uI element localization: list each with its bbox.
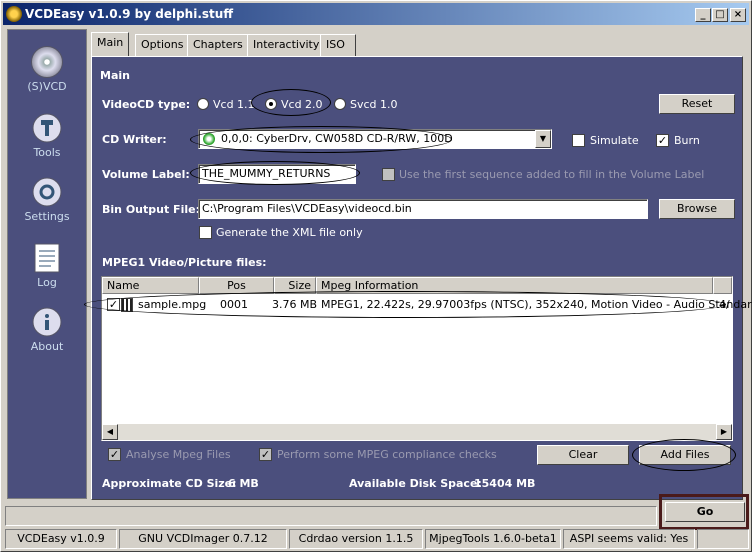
- status-vcdimager: GNU VCDImager 0.7.12: [119, 529, 287, 549]
- radio-svcd10-label: Svcd 1.0: [350, 98, 398, 111]
- approx-size-label: Approximate CD Size:: [102, 477, 237, 490]
- bin-output-input[interactable]: C:\Program Files\VCDEasy\videocd.bin: [198, 199, 648, 219]
- app-icon: [6, 6, 22, 22]
- section-title: Main: [100, 69, 130, 82]
- table-row[interactable]: ✓ sample.mpg 0001 3.76 MB MPEG1, 22.422s…: [102, 296, 752, 314]
- maximize-button[interactable]: □: [712, 8, 728, 22]
- mpeg-file-list[interactable]: Name Pos Size Mpeg Information ✓ sample.…: [101, 276, 752, 441]
- column-header-name[interactable]: Name: [102, 277, 199, 294]
- sidebar-item-label: About: [30, 340, 64, 353]
- simulate-checkbox[interactable]: [572, 134, 585, 147]
- log-icon: [31, 242, 63, 274]
- main-window: VCDEasy v1.0.9 by delphi.stuff _ □ × (S)…: [0, 0, 752, 552]
- minimize-button[interactable]: _: [695, 8, 711, 22]
- status-aspi: ASPI seems valid: Yes: [563, 529, 695, 549]
- sidebar-item-log[interactable]: Log: [8, 242, 86, 289]
- radio-vcd11[interactable]: [197, 98, 209, 110]
- radio-vcd20-label: Vcd 2.0: [281, 98, 323, 111]
- sidebar: (S)VCD Tools Settings Log About: [7, 29, 87, 499]
- tools-icon: [31, 112, 63, 144]
- cd-icon: [31, 46, 63, 78]
- settings-icon: [31, 176, 63, 208]
- tab-chapters[interactable]: Chapters: [187, 34, 249, 56]
- close-button[interactable]: ×: [730, 8, 746, 22]
- sidebar-item-label: Settings: [24, 210, 70, 223]
- videocd-type-label: VideoCD type:: [102, 98, 191, 111]
- volume-label-input[interactable]: THE_MUMMY_RETURNS: [198, 164, 356, 184]
- drive-icon: [203, 133, 215, 145]
- sidebar-item-settings[interactable]: Settings: [8, 176, 86, 223]
- use-first-sequence-label: Use the first sequence added to fill in …: [399, 168, 705, 181]
- status-mjpegtools: MjpegTools 1.6.0-beta1: [425, 529, 561, 549]
- generate-xml-label: Generate the XML file only: [216, 226, 363, 239]
- scroll-left-icon[interactable]: ◀: [102, 424, 118, 440]
- cd-writer-label: CD Writer:: [102, 133, 167, 146]
- column-header-extra: [713, 277, 732, 294]
- sidebar-item-svcd[interactable]: (S)VCD: [8, 46, 86, 93]
- progress-area: [5, 506, 657, 526]
- radio-svcd10[interactable]: [334, 98, 346, 110]
- file-pos: 0001: [220, 298, 248, 311]
- browse-button[interactable]: Browse: [659, 199, 735, 219]
- window-title: VCDEasy v1.0.9 by delphi.stuff: [25, 7, 234, 21]
- disk-space-label: Available Disk Space:: [349, 477, 482, 490]
- tab-interactivity[interactable]: Interactivity: [247, 34, 326, 56]
- approx-size-value: 6 MB: [228, 477, 259, 490]
- reset-button[interactable]: Reset: [659, 94, 735, 114]
- horizontal-scrollbar[interactable]: ◀ ▶: [102, 424, 732, 440]
- scroll-right-icon[interactable]: ▶: [716, 424, 732, 440]
- bin-output-label: Bin Output File:: [102, 203, 200, 216]
- generate-xml-checkbox[interactable]: [199, 226, 212, 239]
- column-header-size[interactable]: Size: [274, 277, 316, 294]
- sidebar-item-label: (S)VCD: [27, 80, 67, 93]
- tab-options[interactable]: Options: [135, 34, 190, 56]
- compliance-label: Perform some MPEG compliance checks: [277, 448, 497, 461]
- file-checkbox[interactable]: ✓: [107, 298, 120, 311]
- column-header-pos[interactable]: Pos: [199, 277, 274, 294]
- burn-label: Burn: [674, 134, 700, 147]
- file-name: sample.mpg: [138, 298, 207, 311]
- go-button[interactable]: Go: [665, 502, 745, 522]
- file-info: MPEG1, 22.422s, 29.97003fps (NTSC), 352x…: [321, 298, 752, 311]
- film-icon: [121, 298, 133, 312]
- title-bar[interactable]: VCDEasy v1.0.9 by delphi.stuff _ □ ×: [3, 3, 749, 25]
- status-resize-grip: [697, 529, 749, 549]
- add-files-button[interactable]: Add Files: [639, 445, 731, 465]
- simulate-label: Simulate: [590, 134, 639, 147]
- status-cdrdao: Cdrdao version 1.1.5: [289, 529, 423, 549]
- radio-vcd20[interactable]: [265, 98, 277, 110]
- status-vcdeasy: VCDEasy v1.0.9: [5, 529, 117, 549]
- use-first-sequence-checkbox: [382, 168, 395, 181]
- sidebar-item-label: Tools: [33, 146, 61, 159]
- tab-main[interactable]: Main: [91, 32, 130, 56]
- sidebar-item-about[interactable]: About: [8, 306, 86, 353]
- cd-writer-select[interactable]: 0,0,0: CyberDrv, CW058D CD-R/RW, 100D ▼: [198, 129, 552, 149]
- burn-checkbox[interactable]: ✓: [656, 134, 669, 147]
- sidebar-item-tools[interactable]: Tools: [8, 112, 86, 159]
- column-header-mpeg-info[interactable]: Mpeg Information: [316, 277, 713, 294]
- file-extra: 4/: [719, 298, 730, 311]
- sidebar-item-label: Log: [37, 276, 57, 289]
- cd-writer-value: 0,0,0: CyberDrv, CW058D CD-R/RW, 100D: [221, 132, 453, 145]
- disk-space-value: 15404 MB: [474, 477, 536, 490]
- radio-vcd11-label: Vcd 1.1: [213, 98, 255, 111]
- volume-label-label: Volume Label:: [102, 168, 190, 181]
- about-icon: [31, 306, 63, 338]
- clear-button[interactable]: Clear: [537, 445, 629, 465]
- compliance-checkbox: ✓: [259, 448, 272, 461]
- file-size: 3.76 MB: [272, 298, 318, 311]
- mpeg-files-label: MPEG1 Video/Picture files:: [102, 256, 267, 269]
- analyse-checkbox: ✓: [108, 448, 121, 461]
- tab-iso-files[interactable]: ISO Files: [320, 34, 357, 71]
- analyse-label: Analyse Mpeg Files: [126, 448, 231, 461]
- chevron-down-icon[interactable]: ▼: [535, 130, 551, 148]
